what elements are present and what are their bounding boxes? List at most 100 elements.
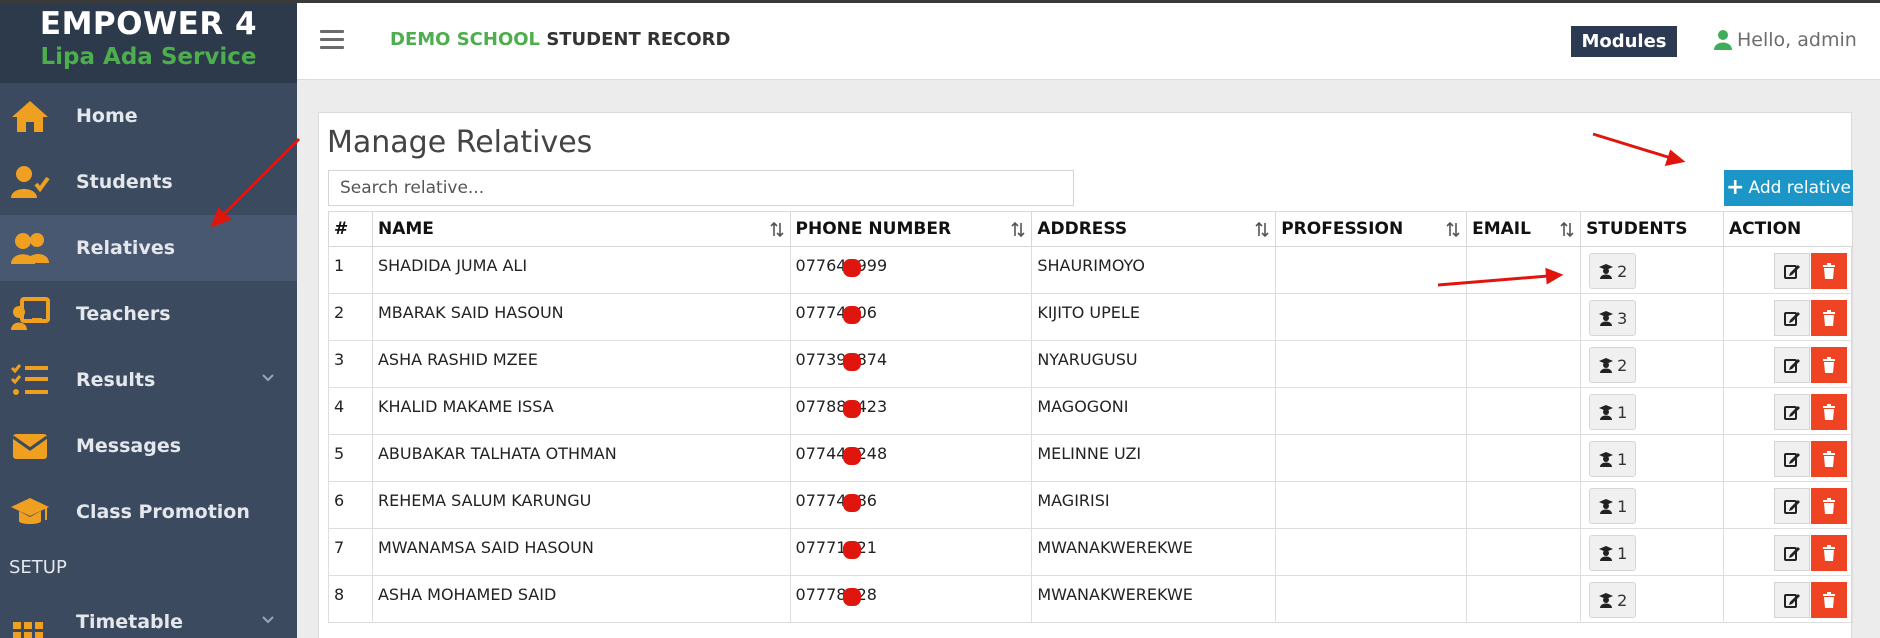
table-row: 7 MWANAMSA SAID HASOUN 07771421 MWANAKWEREK… (328, 528, 1853, 576)
col-header-number: # (328, 211, 373, 247)
cell-email (1466, 481, 1582, 529)
redaction-scribble (842, 494, 861, 512)
sidebar-item-label: Teachers (76, 303, 171, 325)
cell-number: 3 (328, 340, 373, 388)
sidebar-item-students[interactable]: Students (0, 149, 297, 215)
cell-profession (1275, 481, 1468, 529)
students-count-button[interactable]: 1 (1589, 535, 1637, 571)
col-header-action: ACTION (1723, 211, 1853, 247)
table-row: 1 SHADIDA JUMA ALI 077643999 SHAURIMOYO 2 (328, 246, 1853, 294)
sidebar-item-results[interactable]: Results (0, 347, 297, 413)
cell-name: MBARAK SAID HASOUN (371, 293, 791, 341)
cell-email (1466, 575, 1582, 623)
envelope-icon (8, 426, 52, 466)
home-icon (8, 96, 52, 136)
sort-icon[interactable] (1255, 222, 1269, 237)
brand-subtitle: Lipa Ada Service (40, 44, 257, 70)
cell-action (1723, 528, 1853, 576)
delete-button[interactable] (1811, 441, 1847, 477)
redaction-scribble (842, 541, 861, 559)
edit-button[interactable] (1774, 441, 1810, 477)
chalkboard-teacher-icon (8, 294, 52, 334)
cell-address: MELINNE UZI (1031, 434, 1277, 482)
sidebar: EMPOWER 4 Lipa Ada Service Home Students… (0, 0, 297, 638)
trash-icon (1823, 263, 1835, 279)
students-count-button[interactable]: 2 (1589, 347, 1637, 383)
delete-button[interactable] (1811, 253, 1847, 289)
graduate-icon (1599, 452, 1614, 467)
sidebar-item-class-promotion[interactable]: Class Promotion (0, 479, 297, 545)
cell-profession (1275, 293, 1468, 341)
sidebar-item-label: Class Promotion (76, 501, 250, 523)
cell-students: 2 (1580, 246, 1725, 294)
col-header-name[interactable]: NAME (371, 211, 791, 247)
students-count-button[interactable]: 1 (1589, 488, 1637, 524)
cell-email (1466, 387, 1582, 435)
edit-button[interactable] (1774, 347, 1810, 383)
relatives-panel: Manage Relatives + Add relative # NAME P… (318, 112, 1853, 638)
user-menu[interactable]: Hello, admin (1714, 29, 1857, 51)
students-count-button[interactable]: 2 (1589, 253, 1637, 289)
menu-toggle-icon[interactable] (320, 30, 344, 50)
delete-button[interactable] (1811, 394, 1847, 430)
delete-button[interactable] (1811, 535, 1847, 571)
user-greeting: Hello, admin (1737, 29, 1857, 51)
sort-icon[interactable] (1560, 222, 1574, 237)
add-relative-button[interactable]: + Add relative (1724, 170, 1853, 206)
graduate-icon (1599, 499, 1614, 514)
cell-name: KHALID MAKAME ISSA (371, 387, 791, 435)
cell-name: SHADIDA JUMA ALI (371, 246, 791, 294)
edit-button[interactable] (1774, 488, 1810, 524)
chevron-down-icon (262, 616, 274, 624)
cell-phone: 077886423 (789, 387, 1033, 435)
students-count-button[interactable]: 1 (1589, 441, 1637, 477)
delete-button[interactable] (1811, 488, 1847, 524)
page-header-title: DEMO SCHOOL STUDENT RECORD (390, 29, 731, 50)
edit-button[interactable] (1774, 394, 1810, 430)
students-count-button[interactable]: 1 (1589, 394, 1637, 430)
edit-button[interactable] (1774, 582, 1810, 618)
cell-students: 2 (1580, 575, 1725, 623)
table-row: 6 REHEMA SALUM KARUNGU 07774886 MAGIRISI 1 (328, 481, 1853, 529)
edit-button[interactable] (1774, 535, 1810, 571)
delete-button[interactable] (1811, 347, 1847, 383)
cell-name: ASHA MOHAMED SAID (371, 575, 791, 623)
redaction-scribble (842, 306, 861, 324)
sidebar-item-label: Timetable (76, 611, 184, 633)
col-header-email[interactable]: EMAIL (1466, 211, 1582, 247)
sort-icon[interactable] (1446, 222, 1460, 237)
sort-icon[interactable] (1011, 222, 1025, 237)
col-header-phone[interactable]: PHONE NUMBER (789, 211, 1033, 247)
sidebar-item-teachers[interactable]: Teachers (0, 281, 297, 347)
edit-button[interactable] (1774, 253, 1810, 289)
sidebar-item-relatives[interactable]: Relatives (0, 215, 297, 281)
brand: EMPOWER 4 Lipa Ada Service (0, 0, 297, 83)
cell-address: MAGIRISI (1031, 481, 1277, 529)
table-row: 4 KHALID MAKAME ISSA 077886423 MAGOGONI 1 (328, 387, 1853, 435)
edit-icon (1784, 406, 1800, 420)
cell-number: 1 (328, 246, 373, 294)
students-count-button[interactable]: 3 (1589, 300, 1637, 336)
sidebar-item-timetable[interactable]: Timetable (0, 589, 297, 638)
app-name: STUDENT RECORD (546, 29, 731, 50)
col-header-address[interactable]: ADDRESS (1031, 211, 1277, 247)
cell-phone: 07771421 (789, 528, 1033, 576)
cell-number: 8 (328, 575, 373, 623)
top-header: DEMO SCHOOL STUDENT RECORD Modules Hello… (297, 3, 1880, 80)
sidebar-item-messages[interactable]: Messages (0, 413, 297, 479)
students-count-button[interactable]: 2 (1589, 582, 1637, 618)
delete-button[interactable] (1811, 300, 1847, 336)
sort-icon[interactable] (769, 222, 784, 237)
cell-students: 2 (1580, 340, 1725, 388)
edit-button[interactable] (1774, 300, 1810, 336)
cell-address: NYARUGUSU (1031, 340, 1277, 388)
modules-button[interactable]: Modules (1571, 26, 1677, 57)
search-input[interactable] (328, 170, 1074, 206)
cell-students: 1 (1580, 528, 1725, 576)
sidebar-item-home[interactable]: Home (0, 83, 297, 149)
brand-title: EMPOWER 4 (39, 6, 258, 42)
cell-phone: 077449248 (789, 434, 1033, 482)
delete-button[interactable] (1811, 582, 1847, 618)
cell-email (1466, 434, 1582, 482)
col-header-profession[interactable]: PROFESSION (1275, 211, 1468, 247)
